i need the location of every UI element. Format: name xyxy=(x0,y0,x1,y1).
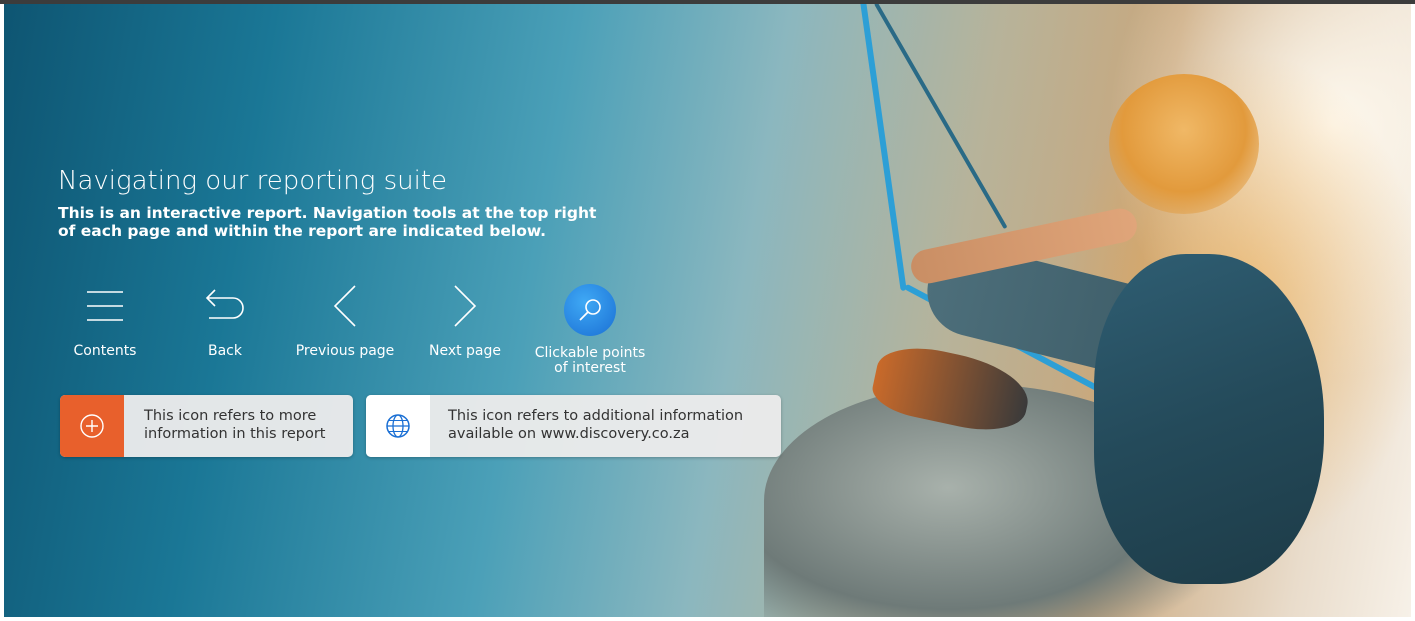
info-card-report: This icon refers to more information in … xyxy=(60,395,353,457)
subtitle-line-2: of each page and within the report are i… xyxy=(58,222,547,240)
nav-label-next: Next page xyxy=(428,343,502,359)
card-line-2: information in this report xyxy=(144,426,326,442)
chevron-right-icon xyxy=(454,285,477,327)
nav-back[interactable]: Back xyxy=(160,282,290,358)
zoom-button[interactable] xyxy=(564,284,616,336)
nav-label-previous: Previous page xyxy=(295,343,395,359)
nav-label-back: Back xyxy=(208,343,242,359)
page-subtitle: This is an interactive report. Navigatio… xyxy=(58,204,658,240)
info-card-website: This icon refers to additional informati… xyxy=(366,395,781,457)
page-title: Navigating our reporting suite xyxy=(58,166,448,196)
magnifier-icon xyxy=(579,299,601,321)
card-text-report: This icon refers to more information in … xyxy=(124,395,339,457)
nav-next-page[interactable]: Next page xyxy=(400,282,530,358)
subtitle-line-1: This is an interactive report. Navigatio… xyxy=(58,204,597,222)
nav-label-poi-line-1: Clickable points xyxy=(534,345,646,361)
card-text-website: This icon refers to additional informati… xyxy=(430,395,757,457)
card-icon-box-white xyxy=(366,395,430,457)
nav-label-contents: Contents xyxy=(73,343,137,359)
nav-previous-page[interactable]: Previous page xyxy=(280,282,410,358)
back-arrow-icon xyxy=(205,289,244,319)
plus-circle-icon xyxy=(80,414,104,438)
globe-icon xyxy=(386,414,410,438)
nav-contents[interactable]: Contents xyxy=(40,282,170,358)
intro-panel: Navigating our reporting suite This is a… xyxy=(0,0,1415,621)
card-line-1: This icon refers to more xyxy=(144,408,317,424)
card-line-1: This icon refers to additional informati… xyxy=(448,408,744,424)
nav-label-poi: Clickable points of interest xyxy=(525,346,655,376)
report-page: Navigating our reporting suite This is a… xyxy=(0,0,1415,621)
card-icon-box-orange xyxy=(60,395,124,457)
chevron-left-icon xyxy=(333,285,356,327)
card-line-2: available on www.discovery.co.za xyxy=(448,426,690,442)
nav-points-of-interest[interactable]: Clickable points of interest xyxy=(525,284,655,376)
nav-label-poi-line-2: of interest xyxy=(554,360,626,376)
hamburger-menu-icon xyxy=(87,291,123,321)
